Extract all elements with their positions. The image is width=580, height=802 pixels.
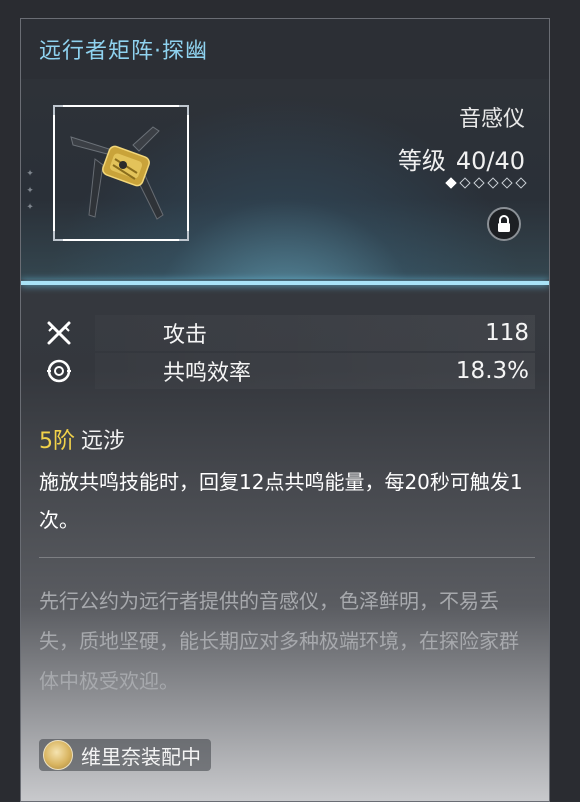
rank-diamonds [445, 177, 527, 189]
weapon-device-icon [70, 126, 164, 220]
passive-rank: 5阶 [39, 429, 75, 454]
passive-name: 远涉 [81, 429, 126, 454]
stat-name: 共鸣效率 [163, 361, 252, 386]
attack-icon [39, 315, 79, 351]
resonance-icon [39, 353, 79, 389]
card-header: 远行者矩阵·探幽 [21, 19, 549, 79]
stat-row-resonance: 共鸣效率 18.3% [39, 353, 535, 389]
level-label: 等级 [397, 147, 446, 175]
equipped-by-badge[interactable]: 维里奈装配中 [39, 739, 211, 771]
character-avatar-icon [43, 740, 73, 770]
hero-accent-line [21, 281, 549, 285]
side-decoration: ✦ ✦ ✦ [25, 169, 35, 215]
rank-diamond-icon [445, 177, 457, 189]
passive-description: 施放共鸣技能时，回复12点共鸣能量，每20秒可触发1次。 [39, 470, 523, 532]
equipped-label: 维里奈装配中 [81, 744, 201, 769]
stat-value: 118 [485, 320, 529, 346]
item-type-label: 音感仪 [458, 107, 525, 132]
rank-diamond-icon [459, 177, 471, 189]
rank-diamond-icon [487, 177, 499, 189]
lore-text: 先行公约为远行者提供的音感仪，色泽鲜明，不易丢失，质地坚硬，能长期应对多种极端环… [39, 589, 519, 693]
rank-diamond-icon [515, 177, 527, 189]
rank-diamond-icon [501, 177, 513, 189]
stat-value: 18.3% [455, 358, 529, 384]
lock-button[interactable] [487, 207, 521, 241]
weapon-detail-card: 远行者矩阵·探幽 ✦ ✦ ✦ 音感仪 等级 40/40 攻击 118 共鸣效率 … [20, 18, 550, 802]
stats-list: 攻击 118 共鸣效率 18.3% [39, 315, 535, 391]
weapon-title: 远行者矩阵·探幽 [39, 39, 208, 64]
section-divider [39, 557, 535, 558]
level-value: 40/40 [455, 147, 525, 175]
stat-row-attack: 攻击 118 [39, 315, 535, 351]
weapon-portrait[interactable] [53, 105, 189, 241]
lock-icon [498, 215, 510, 232]
stat-name: 攻击 [163, 323, 208, 348]
level-display: 等级 40/40 [398, 141, 525, 176]
passive-heading: 5阶 远涉 [39, 423, 125, 455]
rank-diamond-icon [473, 177, 485, 189]
